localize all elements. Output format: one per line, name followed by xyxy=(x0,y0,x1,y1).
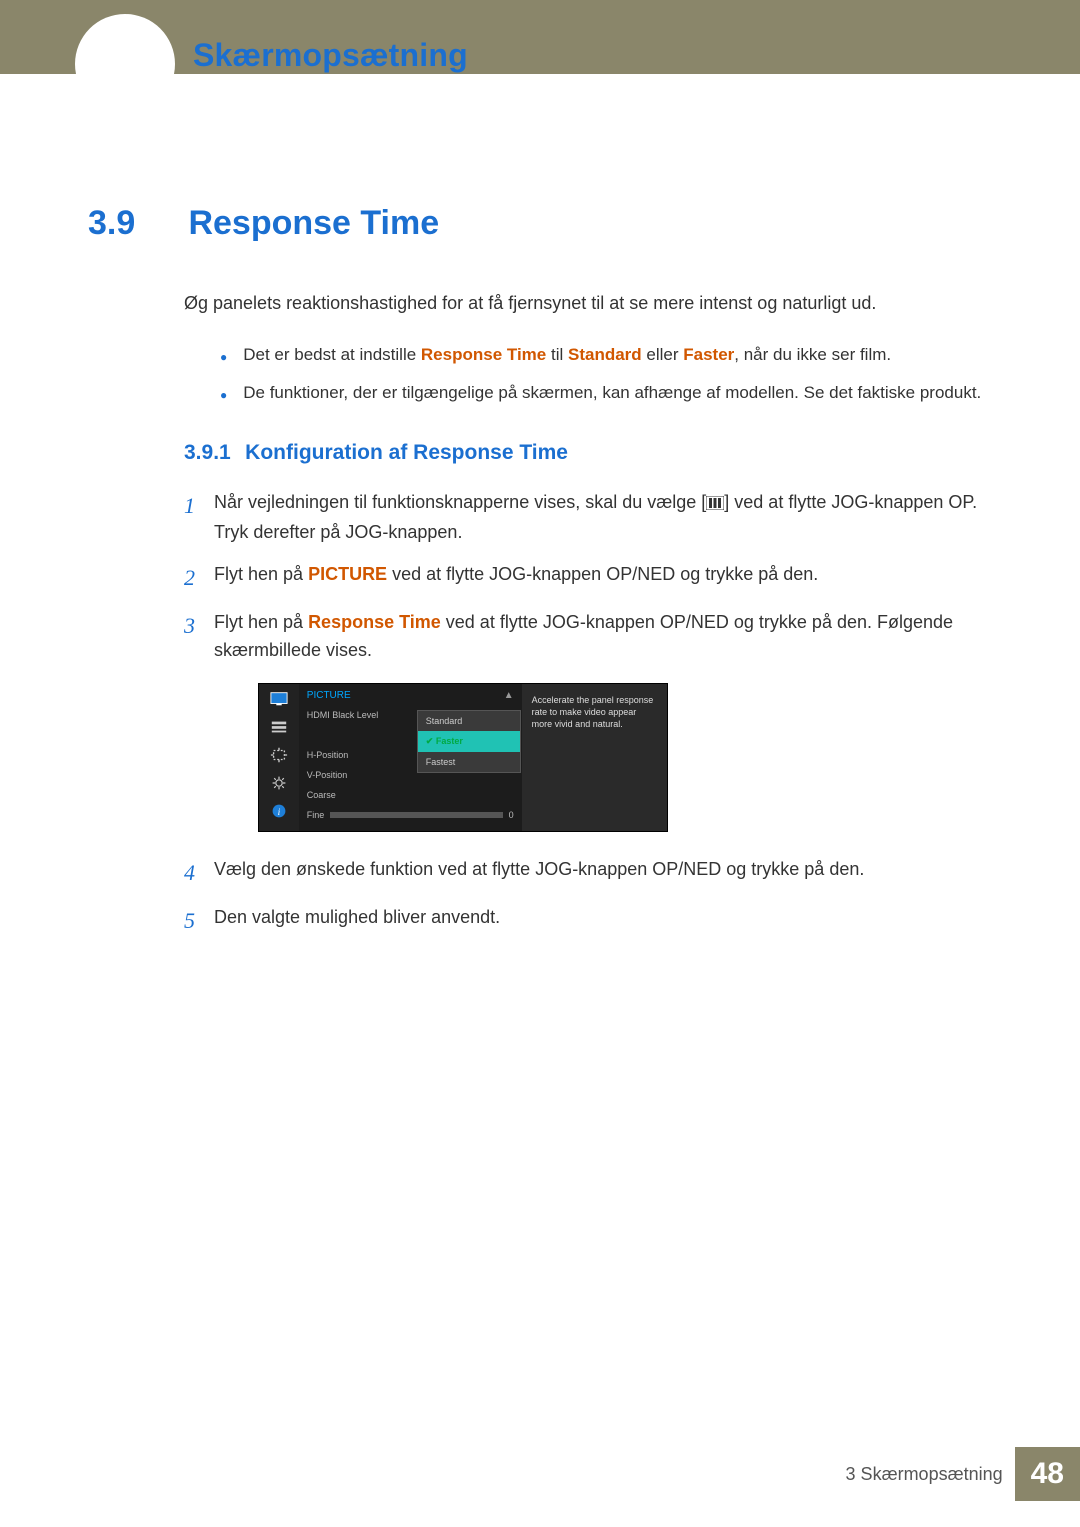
osd-sidebar: i xyxy=(259,684,299,831)
bullet-dot-icon: ● xyxy=(220,348,227,366)
top-bar xyxy=(0,0,1080,74)
osd-option: Fastest xyxy=(418,752,520,772)
osd-menu-item: Fine 0 xyxy=(307,805,514,825)
info-icon: i xyxy=(268,802,290,820)
bullet-dot-icon: ● xyxy=(220,386,227,404)
menu-icon xyxy=(706,491,724,519)
svg-text:i: i xyxy=(278,807,281,818)
section-heading: 3.9 Response Time xyxy=(88,204,992,243)
bullet-text: Det er bedst at indstille xyxy=(243,345,421,364)
monitor-icon xyxy=(268,690,290,708)
step-item: 4 Vælg den ønskede funktion ved at flytt… xyxy=(184,856,992,890)
steps-list: 1 Når vejledningen til funktionsknappern… xyxy=(184,489,992,665)
subsection-title: Konfiguration af Response Time xyxy=(245,441,568,464)
osd-screenshot: i PICTURE ▲ HDMI Black Level H-Position … xyxy=(258,683,992,832)
step-item: 3 Flyt hen på Response Time ved at flytt… xyxy=(184,609,992,665)
osd-label: Fine xyxy=(307,810,325,820)
steps-list-continued: 4 Vælg den ønskede funktion ved at flytt… xyxy=(184,856,992,938)
highlight-text: Response Time xyxy=(308,612,441,632)
expand-icon xyxy=(268,746,290,764)
subsection-heading: 3.9.1 Konfiguration af Response Time xyxy=(184,441,992,465)
intro-text: Øg panelets reaktionshastighed for at få… xyxy=(184,291,992,316)
footer-chapter: 3 Skærmopsætning xyxy=(846,1464,1003,1485)
step-number: 4 xyxy=(184,856,214,890)
step-item: 5 Den valgte mulighed bliver anvendt. xyxy=(184,904,992,938)
note-bullets: ● Det er bedst at indstille Response Tim… xyxy=(220,342,992,405)
step-number: 5 xyxy=(184,904,214,938)
osd-value: 0 xyxy=(509,810,514,820)
bullet-text: De funktioner, der er tilgængelige på sk… xyxy=(243,380,981,406)
highlight-text: PICTURE xyxy=(308,564,387,584)
bullet-text: , når du ikke ser film. xyxy=(734,345,891,364)
step-text: Vælg den ønskede funktion ved at flytte … xyxy=(214,856,992,884)
osd-help-panel: Accelerate the panel response rate to ma… xyxy=(522,684,667,831)
step-text: ved at flytte JOG-knappen OP/NED og tryk… xyxy=(387,564,818,584)
step-text: Når vejledningen til funktionsknapperne … xyxy=(214,492,706,512)
gear-icon xyxy=(268,774,290,792)
step-number: 2 xyxy=(184,561,214,595)
osd-option: Standard xyxy=(418,711,520,731)
step-text: Flyt hen på xyxy=(214,612,308,632)
bullet-text: til xyxy=(546,345,568,364)
section-title: Response Time xyxy=(188,204,439,243)
bullet-item: ● Det er bedst at indstille Response Tim… xyxy=(220,342,992,368)
step-text: Den valgte mulighed bliver anvendt. xyxy=(214,904,992,932)
highlight-text: Faster xyxy=(683,345,734,364)
page-number: 48 xyxy=(1015,1447,1080,1501)
osd-title: PICTURE ▲ xyxy=(307,690,514,701)
subsection-number: 3.9.1 xyxy=(184,441,231,464)
highlight-text: Standard xyxy=(568,345,642,364)
step-text: Flyt hen på xyxy=(214,564,308,584)
chapter-number-bubble xyxy=(75,14,175,114)
step-number: 3 xyxy=(184,609,214,643)
slider-track xyxy=(330,812,502,818)
osd-dropdown: Standard Faster Fastest xyxy=(417,710,521,773)
step-number: 1 xyxy=(184,489,214,523)
step-item: 2 Flyt hen på PICTURE ved at flytte JOG-… xyxy=(184,561,992,595)
chapter-title: Skærmopsætning xyxy=(193,37,468,74)
bullet-item: ● De funktioner, der er tilgængelige på … xyxy=(220,380,992,406)
osd-menu-item: Coarse xyxy=(307,785,514,805)
list-icon xyxy=(268,718,290,736)
page-footer: 3 Skærmopsætning 48 xyxy=(846,1447,1080,1501)
section-number: 3.9 xyxy=(88,204,184,243)
bullet-text: eller xyxy=(642,345,684,364)
osd-menu: PICTURE ▲ HDMI Black Level H-Position V-… xyxy=(299,684,522,831)
highlight-text: Response Time xyxy=(421,345,546,364)
step-item: 1 Når vejledningen til funktionsknappern… xyxy=(184,489,992,547)
osd-option-selected: Faster xyxy=(418,731,520,752)
